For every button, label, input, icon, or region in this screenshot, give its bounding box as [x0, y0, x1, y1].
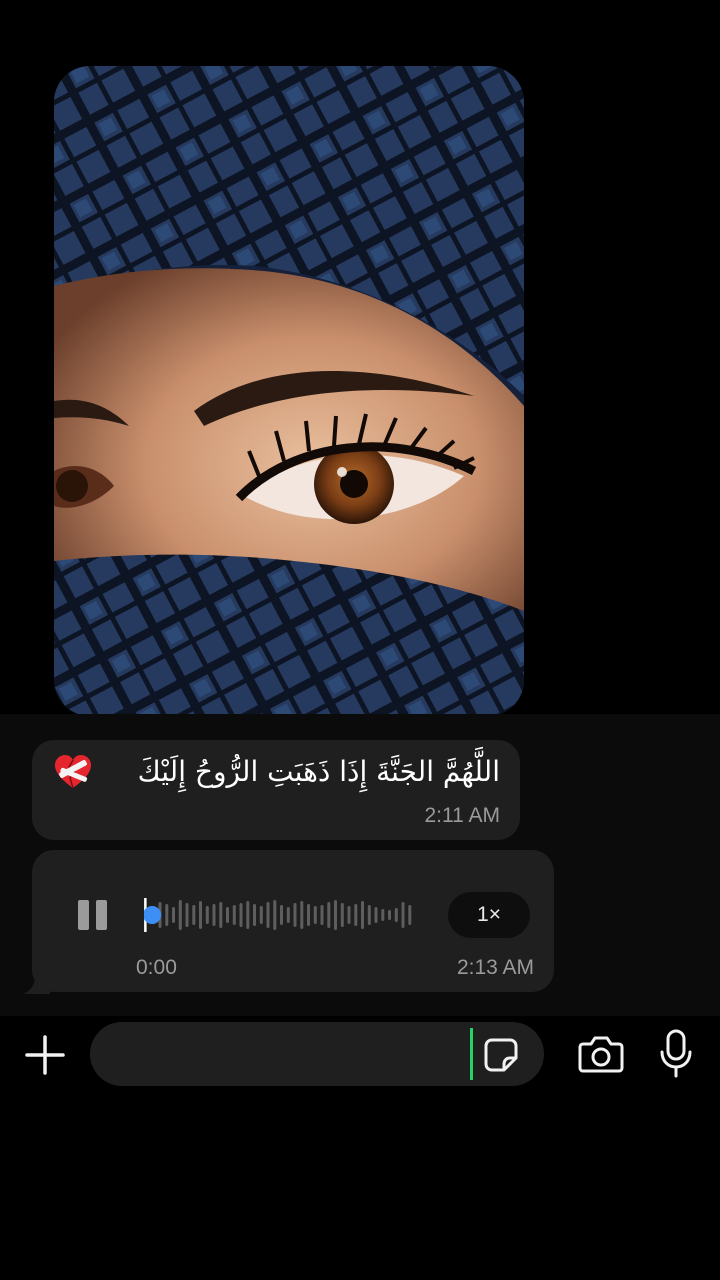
portrait-photo — [54, 66, 524, 716]
waveform-bar — [334, 900, 337, 930]
waveform-bar — [212, 904, 216, 926]
waveform-bar — [165, 904, 169, 926]
waveform-bar — [307, 904, 310, 926]
waveform-bar — [367, 905, 371, 925]
text-cursor — [470, 1028, 473, 1080]
waveform-bar — [313, 906, 317, 924]
waveform-bar — [280, 905, 283, 925]
message-timestamp: 2:13 AM — [456, 956, 534, 979]
add-attachment-button[interactable] — [24, 1034, 66, 1076]
waveform-bar — [273, 900, 277, 930]
waveform-bar — [361, 901, 364, 929]
waveform-bar — [226, 907, 229, 923]
waveform-bar — [205, 906, 209, 924]
waveform-bar — [185, 903, 189, 927]
waveform-bar — [266, 902, 270, 928]
waveform-bar — [239, 903, 243, 927]
audio-waveform[interactable] — [144, 896, 414, 934]
waveform-bar — [381, 909, 385, 921]
waveform-bar — [401, 902, 405, 928]
pause-icon — [78, 900, 89, 930]
chat-screen: اللَّهُمَّ الجَنَّةَ إِذَا ذَهَبَتِ الرُ… — [0, 0, 720, 1280]
photo-message[interactable] — [54, 66, 524, 716]
message-timestamp: 2:11 AM — [424, 804, 501, 827]
text-message-bubble[interactable]: اللَّهُمَّ الجَنَّةَ إِذَا ذَهَبَتِ الرُ… — [32, 740, 520, 840]
message-text: اللَّهُمَّ الجَنَّةَ إِذَا ذَهَبَتِ الرُ… — [137, 755, 500, 788]
playback-speed-button[interactable]: 1× — [448, 892, 530, 938]
waveform-bar — [199, 901, 202, 929]
waveform-bar — [232, 905, 236, 925]
waveform-bar — [327, 902, 331, 928]
camera-icon[interactable] — [578, 1034, 624, 1074]
message-input[interactable] — [90, 1022, 544, 1086]
microphone-icon[interactable] — [658, 1028, 694, 1080]
waveform-bar — [388, 910, 391, 920]
waveform-bar — [219, 902, 223, 928]
waveform-bar — [293, 903, 297, 927]
waveform-bar — [192, 905, 196, 925]
pause-button[interactable] — [76, 896, 110, 934]
voice-message-bubble[interactable]: 1× 0:00 2:13 AM — [32, 850, 554, 992]
waveform-bar — [172, 907, 175, 923]
waveform-bar — [354, 904, 358, 926]
waveform-bar — [347, 906, 351, 924]
mending-heart-icon — [55, 755, 91, 789]
waveform-bar — [394, 908, 398, 922]
waveform-bar — [259, 906, 263, 924]
waveform-bar — [300, 901, 304, 929]
message-composer — [0, 1016, 720, 1094]
waveform-bar — [178, 900, 182, 930]
waveform-bar — [246, 901, 250, 929]
waveform-bar — [408, 905, 412, 925]
waveform-bar — [253, 904, 256, 926]
sticker-icon[interactable] — [482, 1036, 520, 1074]
waveform-bar — [286, 907, 290, 923]
waveform-bar — [374, 907, 378, 923]
elapsed-time: 0:00 — [136, 956, 177, 979]
waveform-bar — [340, 903, 344, 927]
waveform-bar — [320, 905, 324, 925]
